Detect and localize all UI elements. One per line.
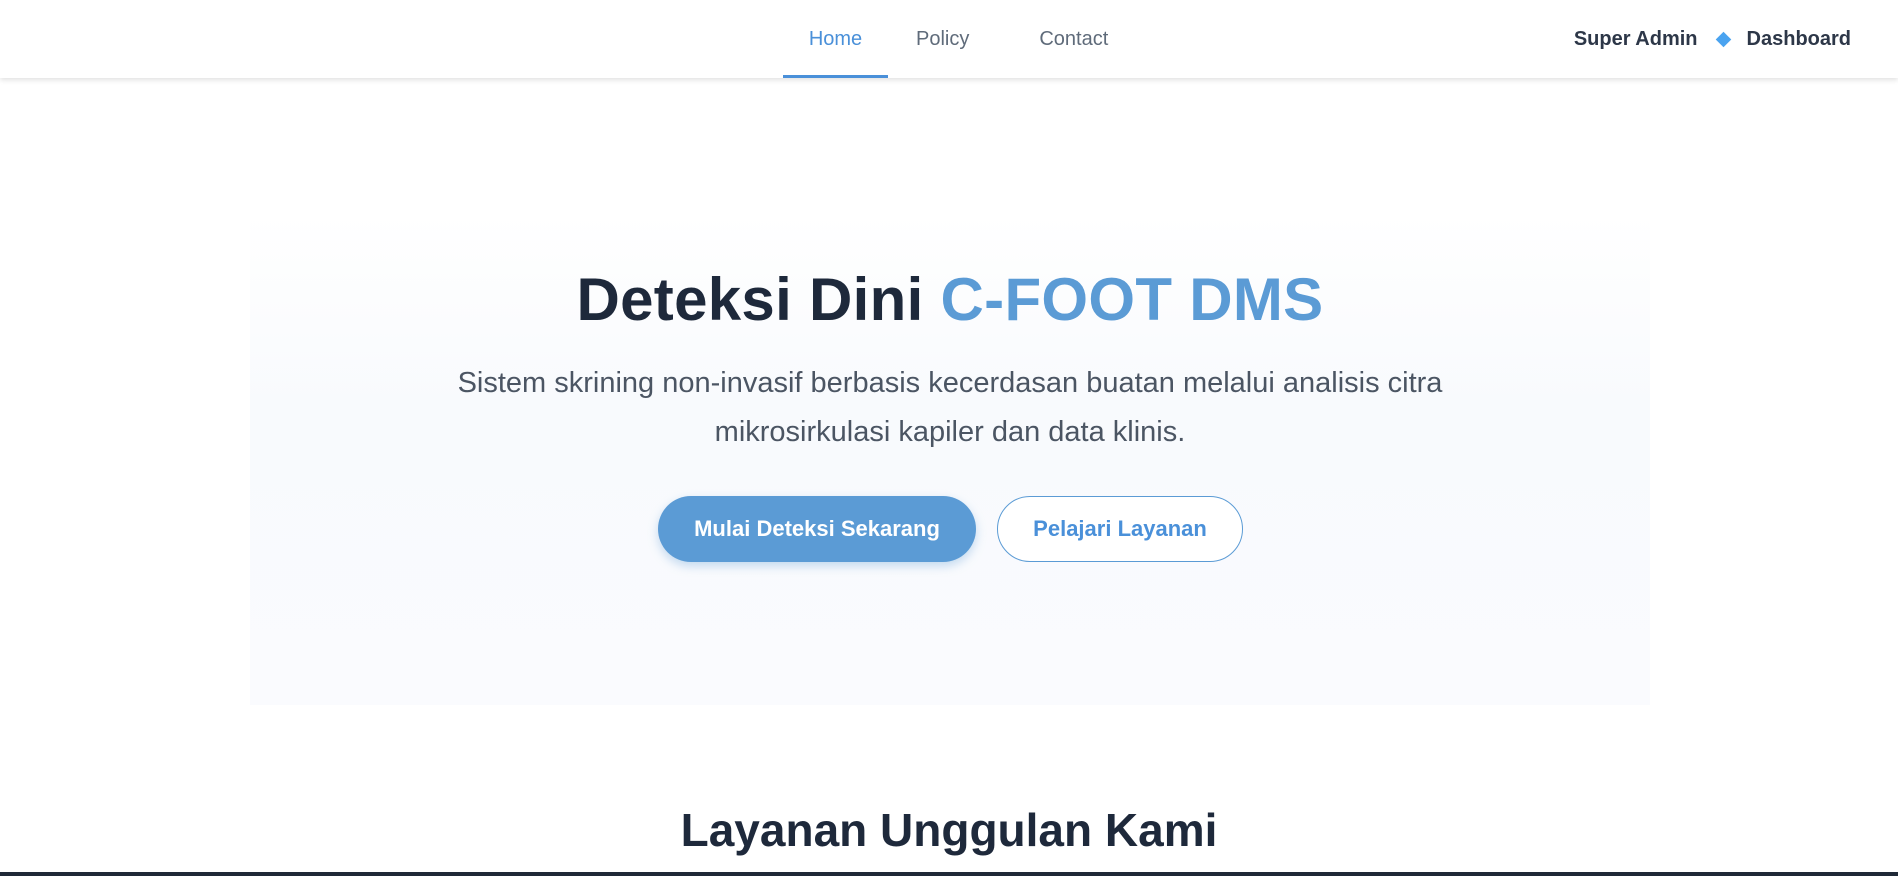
bottom-divider <box>0 872 1898 876</box>
hero-title-main: Deteksi Dini <box>576 266 941 333</box>
hero-title: Deteksi Dini C-FOOT DMS <box>250 265 1650 334</box>
diamond-separator-icon <box>1715 31 1731 47</box>
nav-links: Home Policy Contact <box>783 0 1108 78</box>
learn-services-button[interactable]: Pelajari Layanan <box>997 496 1243 562</box>
services-section-title: Layanan Unggulan Kami <box>680 804 1218 856</box>
hero-buttons: Mulai Deteksi Sekarang Pelajari Layanan <box>658 496 1243 562</box>
nav-policy-link[interactable]: Policy <box>916 0 969 78</box>
hero-subtitle: Sistem skrining non-invasif berbasis kec… <box>457 367 1443 448</box>
user-area: Super Admin Dashboard <box>1574 0 1851 78</box>
start-detection-button[interactable]: Mulai Deteksi Sekarang <box>658 496 976 562</box>
hero-title-accent: C-FOOT DMS <box>940 266 1324 333</box>
user-name[interactable]: Super Admin <box>1574 28 1698 51</box>
top-navbar: Home Policy Contact Super Admin Dashboar… <box>0 0 1898 78</box>
nav-contact-link[interactable]: Contact <box>1039 0 1108 78</box>
hero-section: Deteksi Dini C-FOOT DMS Sistem skrining … <box>250 213 1650 705</box>
nav-home-link[interactable]: Home <box>783 0 888 78</box>
dashboard-link[interactable]: Dashboard <box>1747 28 1851 51</box>
